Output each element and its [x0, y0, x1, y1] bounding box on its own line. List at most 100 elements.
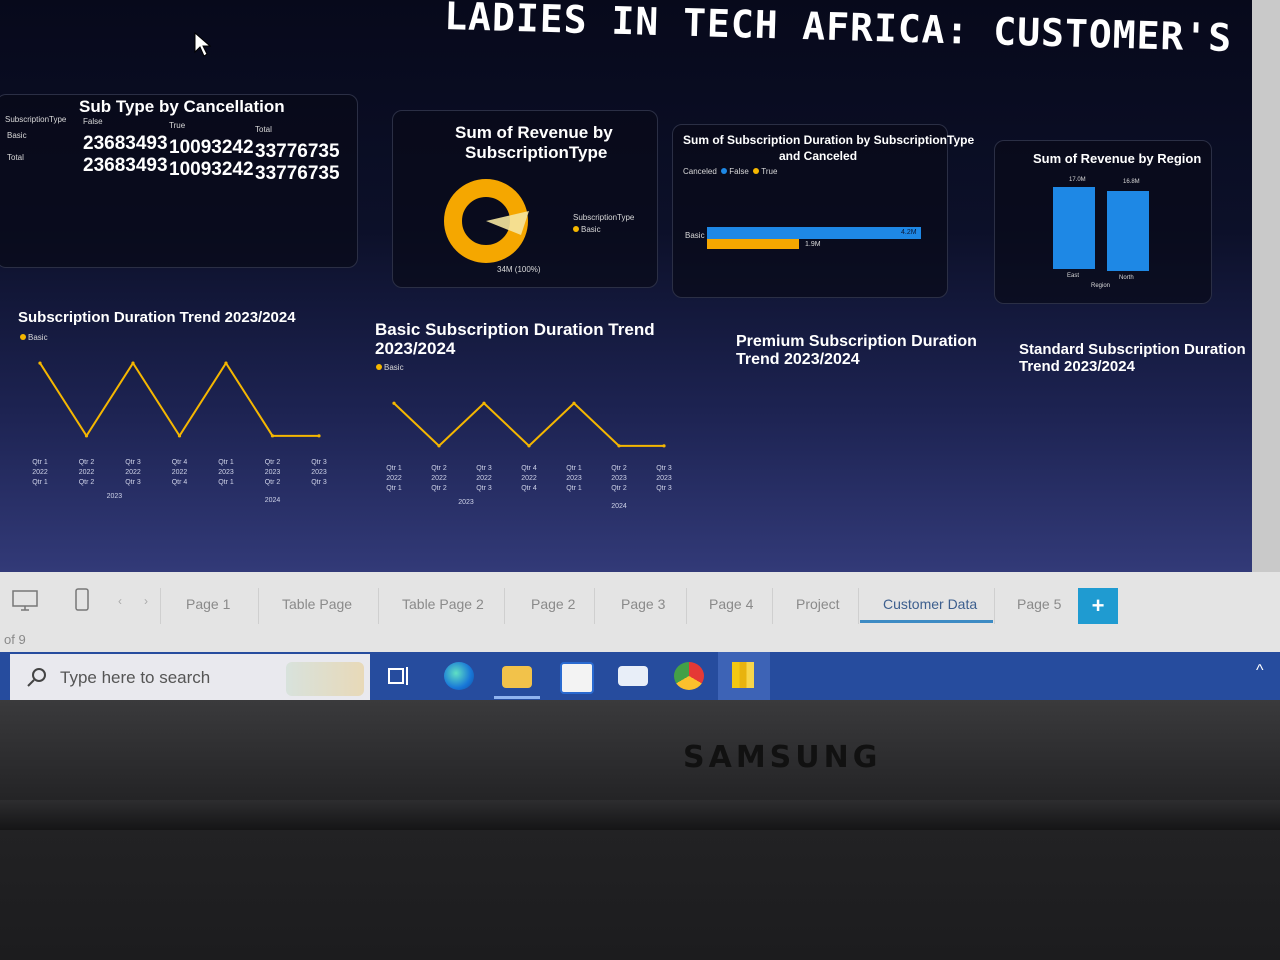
- data-point[interactable]: [131, 361, 135, 365]
- tab-table-page[interactable]: Table Page: [282, 596, 352, 612]
- chrome-icon[interactable]: [674, 662, 704, 690]
- trend2-title-line1: Basic Subscription Duration Trend: [375, 320, 655, 339]
- tab-project[interactable]: Project: [796, 596, 840, 612]
- tab-page-1[interactable]: Page 1: [186, 596, 230, 612]
- x-tick-label: Qtr 4: [521, 485, 537, 492]
- data-point[interactable]: [662, 444, 666, 448]
- data-point[interactable]: [270, 434, 275, 438]
- duration-bar-card[interactable]: Sum of Subscription Duration by Subscrip…: [672, 124, 974, 298]
- add-page-button[interactable]: +: [1078, 588, 1118, 624]
- x-tick-label: Qtr 3: [125, 459, 141, 466]
- data-point[interactable]: [482, 401, 486, 405]
- mobile-view-icon[interactable]: [74, 588, 90, 612]
- task-view-icon[interactable]: [386, 664, 412, 688]
- series-line-basic[interactable]: [393, 401, 664, 448]
- taskbar-search-box[interactable]: Type here to search: [10, 654, 370, 700]
- donut-data-label: 34M (100%): [497, 265, 541, 274]
- x-year-label: 2023: [458, 499, 474, 506]
- tab-page-2[interactable]: Page 2: [531, 596, 575, 612]
- search-icon: [27, 668, 46, 687]
- series-line-basic[interactable]: [39, 361, 319, 438]
- x-tick-label: Qtr 3: [125, 479, 141, 486]
- x-year-label: 2024: [611, 503, 627, 510]
- data-point[interactable]: [317, 434, 321, 438]
- bar-title-line2: and Canceled: [779, 149, 858, 163]
- x-tick-label: 2023: [611, 475, 627, 482]
- edge-browser-icon[interactable]: [444, 662, 474, 690]
- matrix-row-label: Total: [7, 153, 24, 162]
- trend2-chart[interactable]: Qtr 1 2022 Qtr 1 Qtr 2 2022 Qtr 2 Qtr 3 2022 Qtr…: [372, 380, 682, 510]
- x-tick-label: Qtr 4: [172, 459, 188, 466]
- data-point[interactable]: [392, 401, 396, 405]
- tab-page-5[interactable]: Page 5: [1017, 596, 1061, 612]
- data-point[interactable]: [224, 361, 228, 365]
- tab-page-3[interactable]: Page 3: [621, 596, 665, 612]
- tab-customer-data[interactable]: Customer Data: [883, 596, 977, 612]
- brand-logo: SAMSUNG: [683, 740, 882, 775]
- x-year-label: 2024: [265, 497, 281, 504]
- matrix-row-label: Basic: [7, 131, 27, 140]
- data-point[interactable]: [84, 434, 89, 438]
- data-point[interactable]: [572, 401, 576, 405]
- x-tick-label: 2022: [172, 469, 188, 476]
- trend1-legend: Basic: [20, 333, 48, 342]
- data-point[interactable]: [38, 361, 42, 365]
- matrix-card[interactable]: Sub Type by Cancellation SubscriptionTyp…: [0, 94, 358, 268]
- matrix-title: Sub Type by Cancellation: [79, 97, 285, 116]
- file-explorer-icon[interactable]: [502, 666, 532, 688]
- region-bar-east[interactable]: [1053, 187, 1095, 269]
- explorer-active-indicator: [494, 696, 540, 699]
- matrix-cell: 23683493: [83, 155, 168, 176]
- power-bi-button[interactable]: [718, 652, 770, 700]
- trend1-chart[interactable]: Qtr 1 2022 Qtr 1 Qtr 2 2022 Qtr 2 Qtr 3 2022 Qtr…: [20, 350, 340, 510]
- donut-card[interactable]: Sum of Revenue by SubscriptionType Subsc…: [392, 110, 658, 288]
- region-card[interactable]: Sum of Revenue by Region 17.0M 16.8M Eas…: [994, 140, 1212, 304]
- x-tick-label: 2023: [218, 469, 234, 476]
- donut-title-line1: Sum of Revenue by: [455, 123, 613, 142]
- bar-category-label: Basic: [685, 231, 705, 240]
- x-tick-label: 2023: [656, 475, 672, 482]
- x-tick-label: 2023: [265, 469, 281, 476]
- x-tick-label: Qtr 2: [611, 465, 627, 472]
- show-hidden-icons-chevron-icon[interactable]: ^: [1256, 662, 1264, 680]
- region-bar-north[interactable]: [1107, 191, 1149, 271]
- matrix-header-total: Total: [255, 125, 272, 134]
- tab-table-page-2[interactable]: Table Page 2: [402, 596, 484, 612]
- bar-true-label: 1.9M: [805, 241, 821, 248]
- bar-true[interactable]: [707, 239, 799, 249]
- donut-chart[interactable]: [441, 173, 541, 273]
- region-cat-north: North: [1119, 275, 1134, 281]
- donut-legend-title: SubscriptionType: [573, 213, 635, 222]
- matrix-cell: 10093242: [169, 137, 254, 158]
- x-tick-label: Qtr 4: [521, 465, 537, 472]
- x-tick-label: 2023: [311, 469, 327, 476]
- trend3-title-line2: Trend 2023/2024: [736, 351, 860, 368]
- x-tick-label: 2022: [521, 475, 537, 482]
- prev-page-arrow-icon[interactable]: ‹: [118, 594, 122, 608]
- tab-page-4[interactable]: Page 4: [709, 596, 753, 612]
- data-point[interactable]: [527, 444, 531, 448]
- region-cat-east: East: [1067, 273, 1080, 279]
- x-tick-label: 2022: [431, 475, 447, 482]
- store-icon[interactable]: [560, 662, 594, 694]
- data-point[interactable]: [617, 444, 621, 448]
- next-page-arrow-icon[interactable]: ›: [144, 594, 148, 608]
- x-tick-label: Qtr 1: [386, 485, 402, 492]
- mail-icon[interactable]: [618, 666, 648, 686]
- bar-false[interactable]: [707, 227, 921, 239]
- donut-title-line2: SubscriptionType: [465, 143, 608, 162]
- matrix-header-false: False: [83, 117, 103, 126]
- data-point[interactable]: [177, 434, 182, 438]
- region-axis-label: Region: [1091, 283, 1111, 289]
- x-tick-label: Qtr 3: [656, 485, 672, 492]
- data-point[interactable]: [437, 444, 441, 448]
- x-tick-label: Qtr 2: [431, 465, 447, 472]
- mouse-cursor-icon: [194, 32, 212, 57]
- active-tab-underline: [860, 620, 993, 623]
- x-tick-label: Qtr 2: [431, 485, 447, 492]
- x-tick-label: Qtr 1: [218, 459, 234, 466]
- trend2-legend: Basic: [376, 363, 404, 372]
- matrix-cell: 23683493: [83, 133, 168, 154]
- x-tick-label: Qtr 3: [311, 479, 327, 486]
- desktop-view-icon[interactable]: [12, 590, 38, 612]
